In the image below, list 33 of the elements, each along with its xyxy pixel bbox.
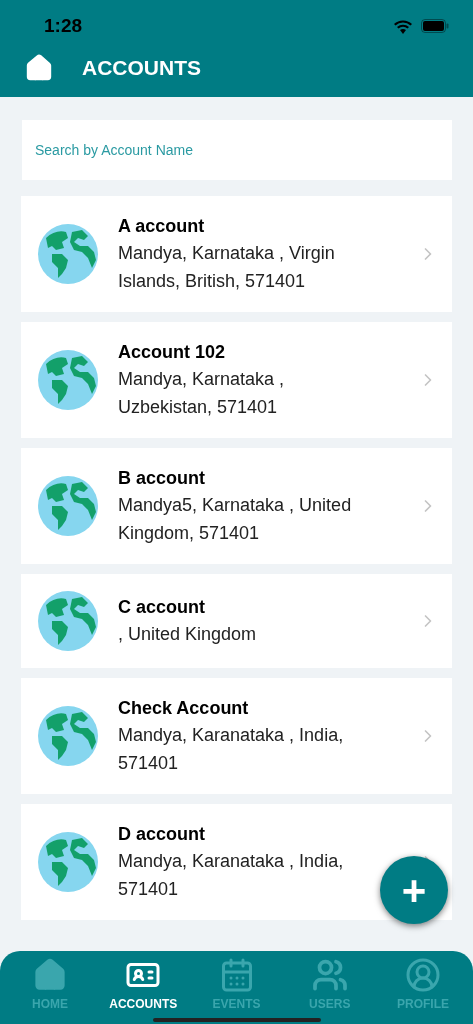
globe-icon	[38, 224, 98, 284]
home-icon[interactable]	[24, 52, 54, 83]
page-title: ACCOUNTS	[82, 55, 201, 81]
account-name: C account	[118, 596, 206, 619]
search-field[interactable]: Search by Account Name	[22, 120, 452, 180]
profile-icon	[405, 957, 441, 993]
globe-icon	[38, 832, 98, 892]
globe-icon	[38, 350, 98, 410]
globe-icon	[38, 706, 98, 766]
account-name: D account	[118, 823, 206, 846]
tab-item[interactable]: ACCOUNTS	[97, 957, 190, 1024]
account-name: Account 102	[118, 341, 227, 364]
globe-icon	[38, 591, 98, 651]
account-card[interactable]: B account Mandya5, Karnataka , United Kingdom, 571401	[21, 448, 452, 564]
account-address: , United Kingdom	[118, 623, 258, 646]
account-card[interactable]: A account Mandya, Karnataka , Virgin Islands, British, 571401	[21, 196, 452, 312]
account-address: Mandya, Karnataka , Uzbekistan, 571401	[118, 368, 286, 419]
account-address: Mandya, Karanataka , India, 571401	[118, 850, 345, 901]
wifi-icon	[393, 18, 413, 34]
account-address: Mandya, Karanataka , India, 571401	[118, 724, 345, 775]
account-address: Mandya5, Karnataka , United Kingdom, 571401	[118, 494, 353, 545]
account-card[interactable]: Check Account Mandya, Karanataka , India, 571401	[21, 678, 452, 794]
battery-icon	[421, 19, 449, 33]
users-icon	[311, 957, 348, 993]
home-icon	[32, 957, 68, 993]
globe-icon	[38, 476, 98, 536]
status-time: 1:28	[44, 13, 83, 38]
account-address: Mandya, Karnataka , Virgin Islands, British, 571401	[118, 242, 336, 293]
account-name: B account	[118, 467, 206, 490]
account-name: Check Account	[118, 697, 250, 720]
account-card[interactable]: Account 102 Mandya, Karnataka , Uzbekistan, 571401	[21, 322, 452, 438]
account-name: A account	[118, 215, 206, 238]
account-card[interactable]: C account , United Kingdom	[21, 574, 452, 668]
